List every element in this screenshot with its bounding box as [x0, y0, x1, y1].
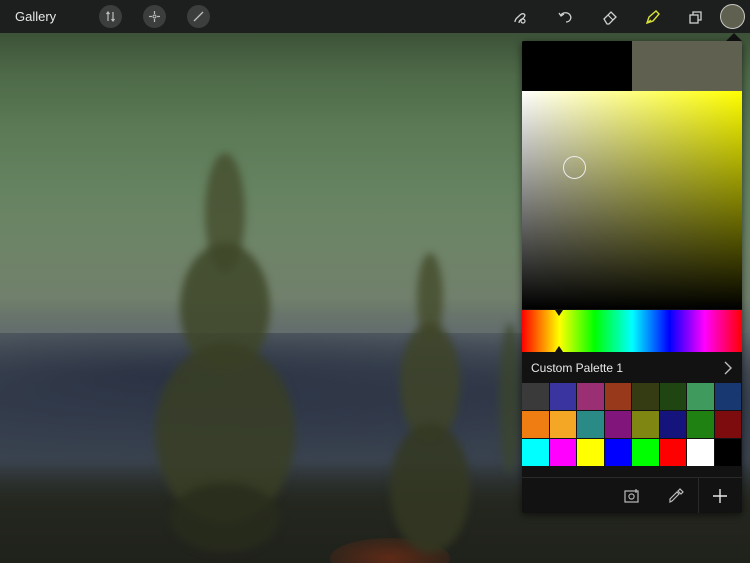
brush-button[interactable]	[641, 5, 665, 29]
palette-swatch[interactable]	[714, 439, 742, 467]
undo-icon	[558, 12, 572, 23]
palette-swatch[interactable]	[604, 439, 632, 467]
palette-swatch[interactable]	[714, 411, 742, 439]
previous-color-swatch[interactable]	[522, 41, 632, 91]
palette-swatch[interactable]	[632, 411, 660, 439]
palette-swatch[interactable]	[549, 383, 577, 411]
palette-swatch[interactable]	[659, 439, 687, 467]
smudge-icon	[514, 13, 526, 24]
palette-swatch[interactable]	[549, 411, 577, 439]
color-picker-handle[interactable]	[563, 155, 587, 179]
layers-button[interactable]	[684, 5, 708, 29]
palette-swatch[interactable]	[714, 383, 742, 411]
palette-selector[interactable]: Custom Palette 1	[522, 352, 742, 384]
saturation-value-picker[interactable]	[522, 91, 742, 309]
palette-swatch[interactable]	[522, 439, 550, 467]
transform-button[interactable]	[187, 5, 210, 28]
palette-toolbar	[522, 477, 742, 513]
color-panel: Custom Palette 1	[522, 41, 742, 513]
current-color-button[interactable]	[720, 4, 745, 29]
palette-swatch[interactable]	[577, 439, 605, 467]
adjustments-button[interactable]	[99, 5, 122, 28]
add-swatch-button[interactable]	[700, 478, 740, 513]
palette-swatch[interactable]	[687, 439, 715, 467]
eyedropper-icon	[669, 488, 684, 503]
palette-swatch[interactable]	[659, 411, 687, 439]
eraser-button[interactable]	[598, 5, 622, 29]
undo-button[interactable]	[553, 5, 577, 29]
toolbar-divider	[698, 478, 699, 513]
palette-swatch[interactable]	[522, 411, 550, 439]
value-gradient	[522, 91, 742, 309]
painted-tree-medium	[385, 253, 475, 553]
transform-icon	[193, 11, 204, 22]
palette-swatch[interactable]	[604, 383, 632, 411]
selection-icon	[149, 11, 160, 22]
palette-swatch[interactable]	[687, 383, 715, 411]
eraser-icon	[603, 11, 617, 25]
painted-tree-large	[150, 153, 300, 553]
gallery-button[interactable]: Gallery	[15, 9, 56, 24]
palette-swatch[interactable]	[577, 411, 605, 439]
palette-swatch[interactable]	[687, 411, 715, 439]
palette-swatch[interactable]	[632, 439, 660, 467]
top-toolbar: Gallery	[0, 0, 750, 33]
panel-pointer	[726, 33, 742, 41]
eyedropper-button[interactable]	[656, 478, 696, 513]
add-swatch-icon	[713, 489, 727, 503]
adjustments-icon	[106, 11, 115, 22]
current-color-swatch	[632, 41, 742, 91]
palette-swatch[interactable]	[604, 411, 632, 439]
palette-swatch[interactable]	[632, 383, 660, 411]
palette-swatch[interactable]	[577, 383, 605, 411]
chevron-right-icon	[724, 361, 732, 375]
hue-marker-top[interactable]	[555, 310, 564, 316]
layers-icon	[689, 11, 702, 24]
palette-swatch[interactable]	[522, 383, 550, 411]
palette-swatch[interactable]	[659, 383, 687, 411]
add-from-photo-button[interactable]	[612, 478, 652, 513]
palette-swatch-grid	[522, 383, 742, 467]
selection-button[interactable]	[143, 5, 166, 28]
brush-icon	[645, 10, 660, 25]
add-from-photo-icon	[624, 489, 639, 503]
palette-swatch[interactable]	[549, 439, 577, 467]
palette-name: Custom Palette 1	[531, 361, 624, 375]
hue-slider[interactable]	[522, 310, 742, 352]
smudge-button[interactable]	[508, 5, 532, 29]
